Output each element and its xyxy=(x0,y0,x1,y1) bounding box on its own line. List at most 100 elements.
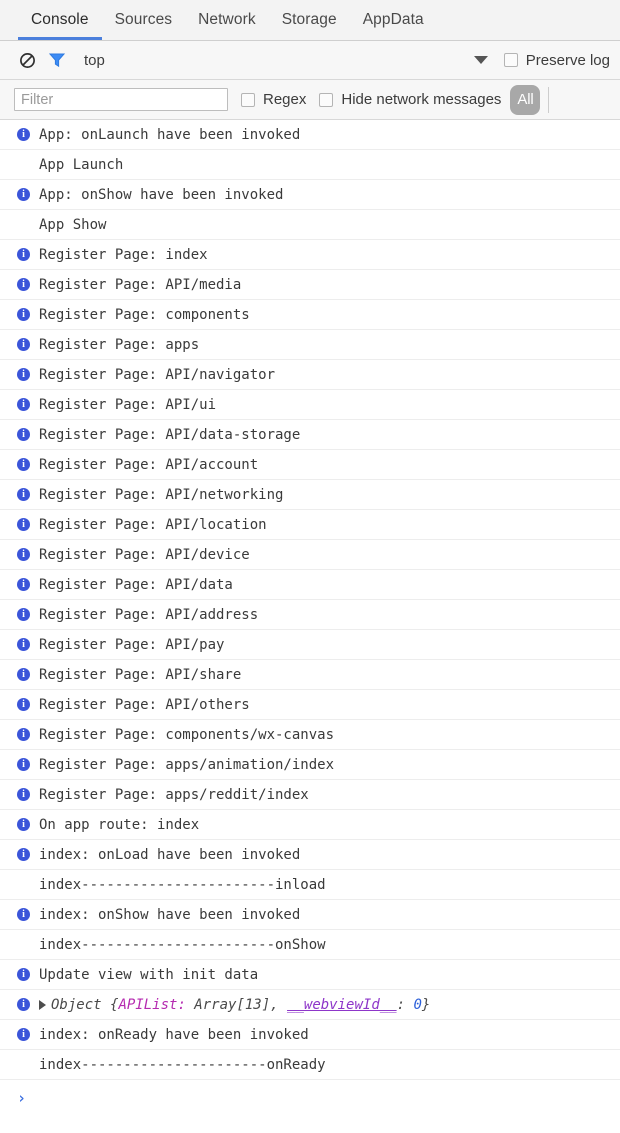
devtools-tab-bar: Console Sources Network Storage AppData xyxy=(0,0,620,41)
console-log-message: Register Page: API/networking xyxy=(39,486,284,503)
console-log-row: i index: onReady have been invoked xyxy=(0,1020,620,1050)
console-log-message: Register Page: components/wx-canvas xyxy=(39,726,335,743)
hide-network-messages-control[interactable]: Hide network messages xyxy=(319,91,501,108)
console-toolbar: top Preserve log xyxy=(0,41,620,80)
row-gutter xyxy=(8,900,17,929)
clear-console-button[interactable] xyxy=(14,47,40,73)
row-gutter xyxy=(8,750,17,779)
console-log-message: On app route: index xyxy=(39,816,200,833)
row-gutter xyxy=(8,630,17,659)
prompt-chevron-icon: › xyxy=(17,1089,27,1107)
console-log-row: iApp Show xyxy=(0,210,620,240)
console-log-row: i On app route: index xyxy=(0,810,620,840)
info-icon: i xyxy=(17,968,30,981)
info-icon: i xyxy=(17,488,30,501)
tab-storage[interactable]: Storage xyxy=(269,0,350,40)
info-icon: i xyxy=(17,578,30,591)
console-log-list: i App: onLaunch have been invoked iApp Lau… xyxy=(0,120,620,1117)
row-gutter xyxy=(8,240,17,269)
console-log-row: i Register Page: API/networking xyxy=(0,480,620,510)
tab-storage-label: Storage xyxy=(281,11,337,28)
console-log-row: iindex-----------------------inload xyxy=(0,870,620,900)
row-gutter xyxy=(8,180,17,209)
console-log-message: index: onReady have been invoked xyxy=(39,1026,309,1043)
console-prompt-row[interactable]: › xyxy=(0,1080,620,1117)
regex-control[interactable]: Regex xyxy=(241,91,306,108)
row-gutter xyxy=(8,210,17,239)
console-log-message: index: onLoad have been invoked xyxy=(39,846,301,863)
row-gutter xyxy=(8,420,17,449)
triangle-right-icon[interactable] xyxy=(39,999,46,1010)
console-log-message: Register Page: API/device xyxy=(39,546,250,563)
row-gutter xyxy=(8,660,17,689)
row-gutter xyxy=(8,330,17,359)
console-log-message: index----------------------onReady xyxy=(39,1056,326,1073)
row-gutter xyxy=(8,870,17,899)
console-log-row: i Update view with init data xyxy=(0,960,620,990)
console-log-message: Register Page: API/pay xyxy=(39,636,225,653)
info-icon: i xyxy=(17,608,30,621)
object-type-label: Object xyxy=(51,996,102,1013)
row-gutter xyxy=(8,450,17,479)
console-log-row: i Register Page: apps/animation/index xyxy=(0,750,620,780)
object-preview: Object {APIList: Array[13], __webviewId_… xyxy=(51,997,430,1013)
console-log-row: i index: onLoad have been invoked xyxy=(0,840,620,870)
console-log-message: Register Page: API/address xyxy=(39,606,259,623)
tab-console[interactable]: Console xyxy=(18,0,102,40)
object-value-apilist: Array[13], xyxy=(185,996,279,1013)
regex-checkbox[interactable] xyxy=(241,92,255,107)
hide-network-messages-label: Hide network messages xyxy=(341,91,502,108)
info-icon: i xyxy=(17,278,30,291)
console-log-row: iApp Launch xyxy=(0,150,620,180)
no-entry-clear-icon xyxy=(19,52,35,68)
console-log-message: Register Page: API/data xyxy=(39,576,233,593)
toggle-filter-button[interactable] xyxy=(44,47,70,73)
console-log-message: App: onLaunch have been invoked xyxy=(39,126,301,143)
row-gutter xyxy=(8,600,17,629)
tab-sources[interactable]: Sources xyxy=(102,0,186,40)
tab-network[interactable]: Network xyxy=(185,0,269,40)
chevron-down-icon[interactable] xyxy=(473,56,488,64)
row-gutter xyxy=(8,780,17,809)
tab-console-label: Console xyxy=(31,11,89,28)
row-gutter xyxy=(8,960,17,989)
row-gutter xyxy=(8,810,17,839)
object-value-webviewid: 0 xyxy=(405,996,422,1013)
console-log-row: i App: onShow have been invoked xyxy=(0,180,620,210)
row-gutter xyxy=(8,360,17,389)
filter-input[interactable] xyxy=(14,88,228,111)
console-log-row: i Register Page: API/location xyxy=(0,510,620,540)
preserve-log-control[interactable]: Preserve log xyxy=(503,52,610,69)
console-log-row: i Register Page: apps xyxy=(0,330,620,360)
console-log-message: Register Page: API/media xyxy=(39,276,242,293)
info-icon: i xyxy=(17,308,30,321)
console-log-message: Update view with init data xyxy=(39,966,259,983)
object-key-apilist: APIList: xyxy=(118,996,186,1013)
row-gutter xyxy=(8,690,17,719)
row-gutter xyxy=(8,930,17,959)
console-log-row: iindex----------------------onReady xyxy=(0,1050,620,1080)
regex-label: Regex xyxy=(263,91,307,108)
console-object-row[interactable]: i Object {APIList: Array[13], __webviewI… xyxy=(0,990,620,1020)
tab-appdata[interactable]: AppData xyxy=(350,0,437,40)
info-icon: i xyxy=(17,458,30,471)
hide-network-messages-checkbox[interactable] xyxy=(319,92,334,107)
console-log-row: i Register Page: components/wx-canvas xyxy=(0,720,620,750)
row-gutter xyxy=(8,1050,17,1079)
log-level-badge-all[interactable]: All xyxy=(510,84,541,115)
console-log-message: Register Page: apps xyxy=(39,336,200,353)
info-icon: i xyxy=(17,248,30,261)
preserve-log-checkbox[interactable] xyxy=(503,53,518,67)
info-icon: i xyxy=(17,368,30,381)
console-log-row: i Register Page: API/device xyxy=(0,540,620,570)
console-log-message: App Show xyxy=(39,216,107,233)
console-log-row: i Register Page: API/ui xyxy=(0,390,620,420)
info-icon: i xyxy=(17,128,30,141)
execution-context-label[interactable]: top xyxy=(84,52,105,69)
row-gutter xyxy=(8,510,17,539)
toolbar-divider xyxy=(548,86,550,113)
console-log-message: Register Page: apps/reddit/index xyxy=(39,786,309,803)
row-gutter xyxy=(8,120,17,149)
info-icon: i xyxy=(17,908,30,921)
console-log-row: i App: onLaunch have been invoked xyxy=(0,120,620,150)
